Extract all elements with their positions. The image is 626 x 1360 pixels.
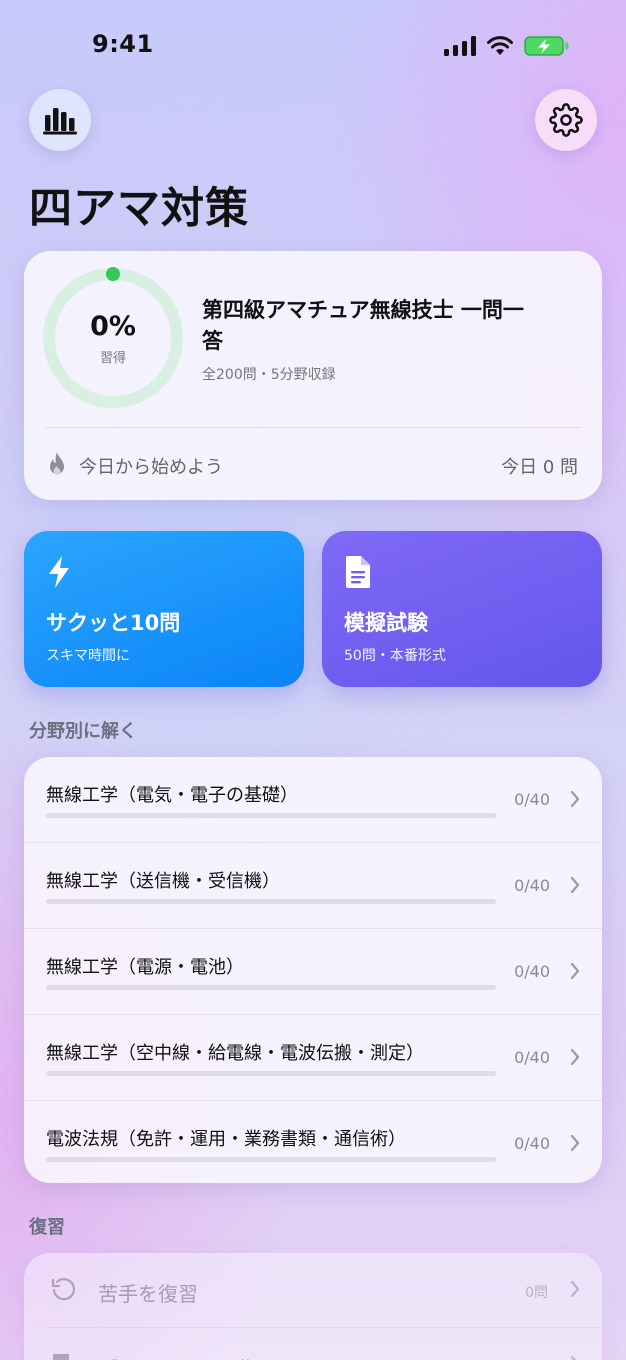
divider <box>46 1327 602 1328</box>
category-progress-bar <box>46 1157 496 1162</box>
divider <box>46 427 580 428</box>
wifi-icon <box>487 36 513 55</box>
chevron-right-icon <box>570 962 580 980</box>
page-title: 四アマ対策 <box>29 184 249 234</box>
category-name: 無線工学（電気・電子の基礎） <box>46 785 298 806</box>
cellular-signal-icon <box>444 36 476 56</box>
category-progress-bar <box>46 1071 496 1076</box>
category-progress-bar <box>46 813 496 818</box>
review-row[interactable]: 苦手を復習 0問 <box>24 1253 602 1327</box>
category-count: 0/40 <box>514 876 550 895</box>
streak-text: 今日から始めよう <box>79 457 223 478</box>
category-count: 0/40 <box>514 962 550 981</box>
category-name: 無線工学（空中線・給電線・電波伝搬・測定） <box>46 1043 424 1064</box>
chevron-right-icon <box>570 1134 580 1152</box>
document-icon <box>345 556 370 588</box>
today-count: 今日 0 問 <box>501 457 578 478</box>
chevron-right-icon <box>570 876 580 894</box>
bookmark-icon <box>53 1354 69 1360</box>
progress-ring-marker <box>106 267 120 281</box>
category-count: 0/40 <box>514 1048 550 1067</box>
review-label: 苦手を復習 <box>98 1282 198 1306</box>
category-count: 0/40 <box>514 1134 550 1153</box>
battery-charging-icon <box>524 36 569 56</box>
category-count: 0/40 <box>514 790 550 809</box>
mock-exam-subtitle: 50問・本番形式 <box>344 648 446 664</box>
progress-percent: 0% <box>90 311 136 342</box>
chevron-right-icon <box>570 1280 580 1298</box>
undo-icon <box>51 1278 76 1301</box>
section-title-fields: 分野別に解く <box>29 721 137 742</box>
section-title-review: 復習 <box>29 1217 65 1238</box>
bolt-icon <box>49 556 69 588</box>
mock-exam-title: 模擬試験 <box>344 611 428 635</box>
quick-quiz-title: サクッと10問 <box>46 611 181 635</box>
progress-percent-label: 習得 <box>99 351 126 366</box>
category-row[interactable]: 無線工学（電源・電池） 0/40 <box>24 929 602 1015</box>
review-row[interactable]: ブックマークを復習0問 <box>24 1328 602 1360</box>
chevron-right-icon <box>570 790 580 808</box>
review-label: ブックマークを復習 <box>98 1353 278 1360</box>
settings-button[interactable] <box>535 89 597 151</box>
category-row[interactable]: 無線工学（電気・電子の基礎） 0/40 <box>24 757 602 843</box>
quick-quiz-subtitle: スキマ時間に <box>46 648 130 664</box>
status-time: 9:41 <box>92 30 154 58</box>
status-icons <box>444 34 572 58</box>
bar-chart-icon <box>43 108 77 135</box>
chevron-right-icon <box>570 1355 577 1360</box>
quick-quiz-button[interactable]: サクッと10問 スキマ時間に <box>24 531 304 687</box>
chevron-right-icon <box>570 1048 580 1066</box>
category-progress-bar <box>46 899 496 904</box>
category-progress-bar <box>46 985 496 990</box>
category-row[interactable]: 無線工学（送信機・受信機） 0/40 <box>24 843 602 929</box>
category-row[interactable]: 無線工学（空中線・給電線・電波伝搬・測定） 0/40 <box>24 1015 602 1101</box>
gear-icon <box>549 103 583 137</box>
exam-meta: 全200問・5分野収録 <box>202 367 336 383</box>
review-list: 苦手を復習 0問ブックマークを復習0問 <box>24 1253 602 1360</box>
category-list: 無線工学（電気・電子の基礎） 0/40 無線工学（送信機・受信機） 0/40 無線工学（… <box>24 757 602 1183</box>
review-count: 0問 <box>525 1285 548 1301</box>
flame-icon <box>50 452 64 475</box>
category-name: 電波法規（免許・運用・業務書類・通信術） <box>46 1129 406 1150</box>
category-row[interactable]: 電波法規（免許・運用・業務書類・通信術） 0/40 <box>24 1101 602 1187</box>
exam-title: 第四級アマチュア無線技士 一問一答 <box>202 298 524 353</box>
progress-card[interactable]: 0% 習得 第四級アマチュア無線技士 一問一答 全200問・5分野収録 今日から… <box>24 251 602 500</box>
stats-button[interactable] <box>29 89 91 151</box>
category-name: 無線工学（電源・電池） <box>46 957 244 978</box>
category-name: 無線工学（送信機・受信機） <box>46 871 280 892</box>
mock-exam-button[interactable]: 模擬試験 50問・本番形式 <box>322 531 602 687</box>
